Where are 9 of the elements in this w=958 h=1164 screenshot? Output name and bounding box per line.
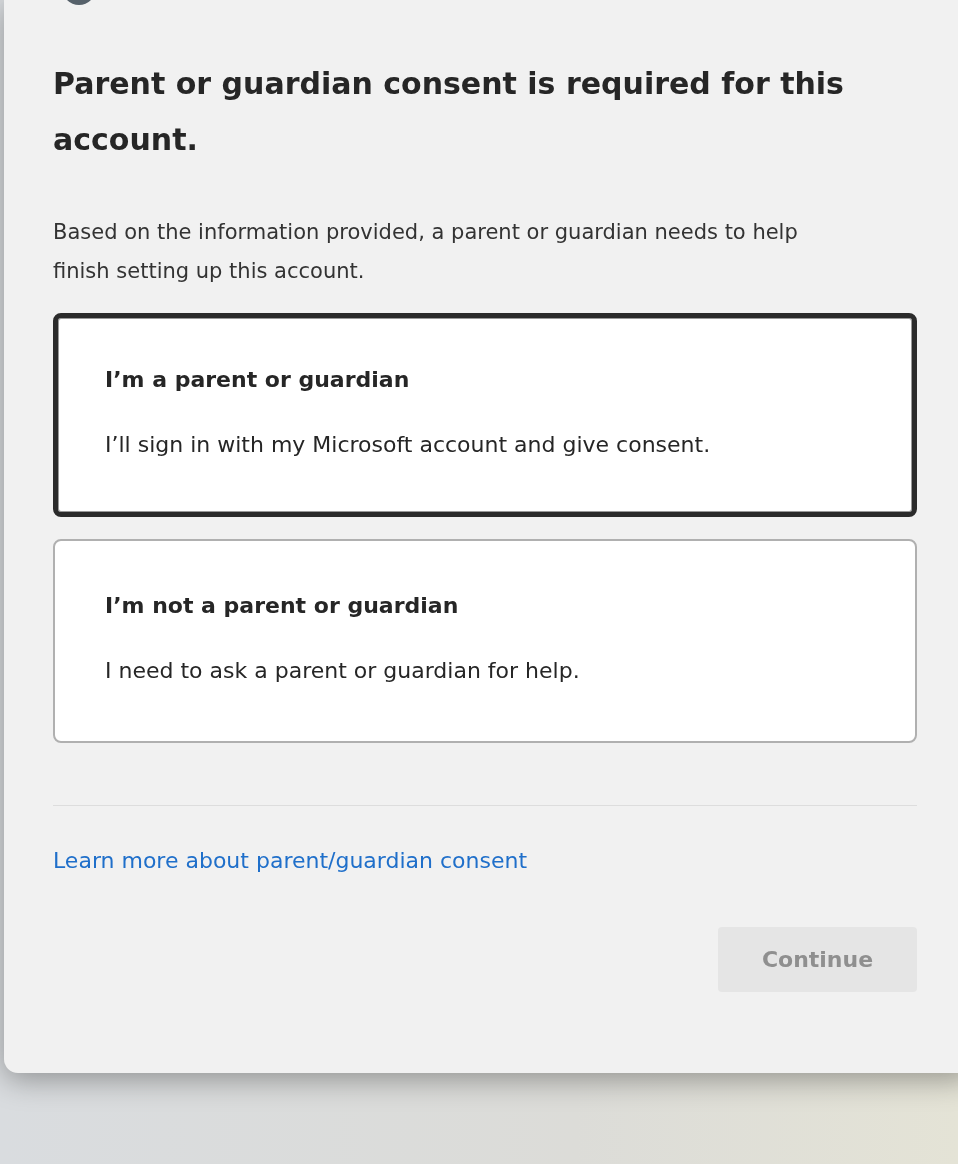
- learn-more-link[interactable]: Learn more about parent/guardian consent: [53, 848, 528, 873]
- option-description: I’ll sign in with my Microsoft account and give consent.: [105, 431, 712, 459]
- option-description: I need to ask a parent or guardian for help.: [105, 657, 581, 685]
- option-title: I’m not a parent or guardian: [105, 592, 460, 620]
- option-card[interactable]: I’m a parent or guardian I’ll sign in with my Microsoft account and give consent.: [53, 313, 917, 517]
- dialog-title: Parent or guardian consent is required for this account.: [53, 65, 845, 159]
- dialog-description: Based on the information provided, a parent or guardian needs to help finish setting up this account.: [53, 219, 799, 285]
- option-title: I’m a parent or guardian: [105, 366, 411, 394]
- option-card[interactable]: I’m not a parent or guardian I need to ask a parent or guardian for help.: [53, 539, 917, 743]
